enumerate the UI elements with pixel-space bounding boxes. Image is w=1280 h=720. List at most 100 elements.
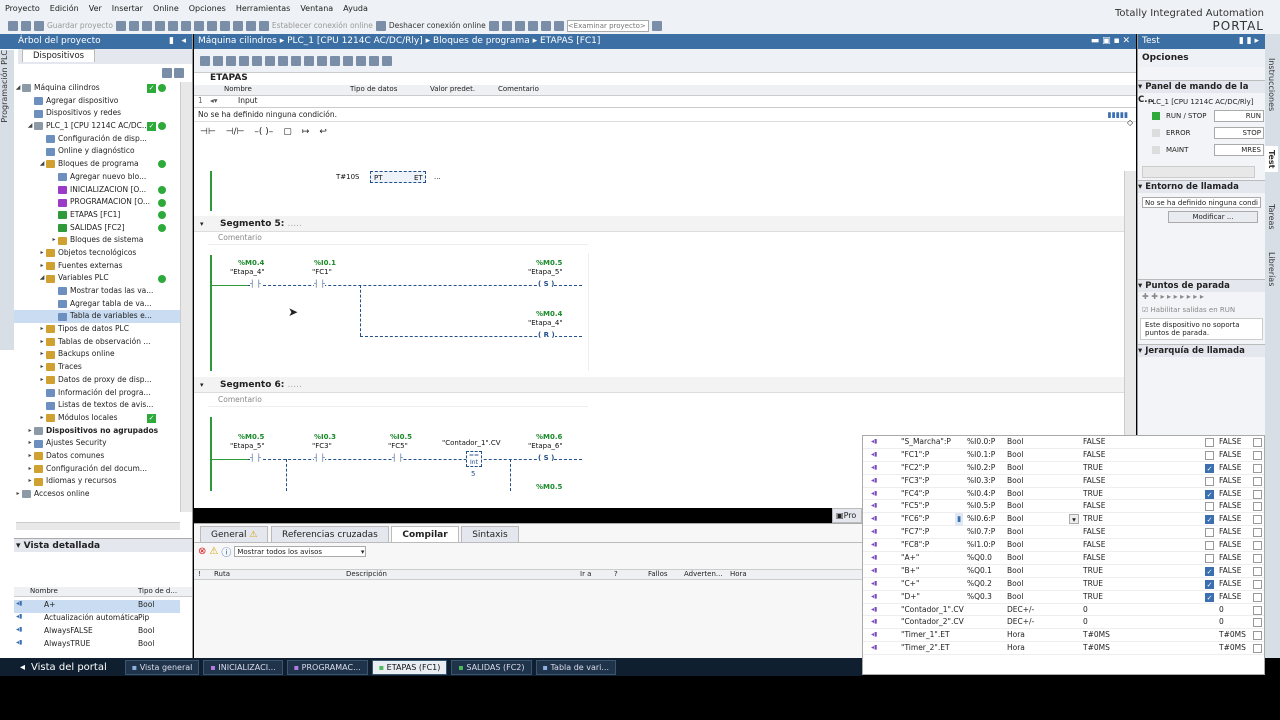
- simulation-icon[interactable]: [245, 20, 256, 31]
- taskbar-tab[interactable]: ▪ Tabla de vari...: [535, 659, 617, 675]
- menu-4[interactable]: Online: [148, 4, 184, 13]
- interface-row-input[interactable]: 1 ◂▾ Input: [194, 96, 1136, 108]
- tree-item[interactable]: Agregar nuevo blo...: [14, 171, 180, 184]
- watch-modify-checkbox[interactable]: ✓: [1205, 463, 1214, 473]
- open-project-icon[interactable]: [21, 20, 31, 31]
- collapsed-icon[interactable]: ▸: [38, 412, 46, 425]
- modify-button[interactable]: Modificar ...: [1168, 211, 1258, 223]
- s5-reset-coil[interactable]: ( R ): [538, 331, 555, 339]
- breakpoints-header[interactable]: ▾ Puntos de parada: [1138, 279, 1265, 292]
- watch-modify-checkbox[interactable]: ✓: [1205, 592, 1214, 602]
- watch-extra-checkbox[interactable]: [1253, 566, 1262, 576]
- cpu-mode-button[interactable]: STOP: [1214, 127, 1264, 139]
- watch-row[interactable]: ◂▮ "Timer_1".ET Hora T#0MS T#0MS: [863, 629, 1264, 643]
- copy-icon[interactable]: [141, 20, 152, 31]
- watch-row[interactable]: ◂▮ "D+" %Q0.3 Bool TRUE FALSE ✓: [863, 591, 1264, 604]
- watch-row[interactable]: ◂▮ "FC8":P %I1.0:P Bool FALSE FALSE: [863, 539, 1264, 553]
- watch-extra-checkbox[interactable]: [1253, 489, 1262, 499]
- tree-item[interactable]: Tabla de variables e...: [14, 310, 180, 324]
- collapse-icon[interactable]: [239, 55, 249, 66]
- s6-compare-box[interactable]: == Int: [466, 451, 482, 467]
- watch-row[interactable]: ◂▮ "FC1":P %I0.1:P Bool FALSE FALSE: [863, 449, 1264, 462]
- tree-item[interactable]: ▸ Backups online: [14, 348, 180, 361]
- watch-modify-checkbox[interactable]: ✓: [1205, 566, 1214, 576]
- s6-contact2[interactable]: ┤ ├: [314, 454, 325, 462]
- tree-item[interactable]: Agregar tabla de va...: [14, 298, 180, 311]
- menu-2[interactable]: Ver: [84, 4, 107, 13]
- watch-extra-checkbox[interactable]: [1253, 541, 1262, 551]
- save-project-button[interactable]: Guardar proyecto: [47, 21, 113, 30]
- monitoring-on-icon[interactable]: [369, 55, 379, 66]
- s6-set-coil[interactable]: ( S ): [538, 454, 555, 462]
- tree-item[interactable]: ▸ Objetos tecnológicos: [14, 247, 180, 260]
- vtab-instructions[interactable]: Instrucciones: [1265, 54, 1278, 115]
- zoom-icon[interactable]: [304, 55, 314, 66]
- cpu-mode-button[interactable]: MRES: [1214, 144, 1264, 156]
- watch-row[interactable]: ◂▮ "FC6":P %I0.6:P Bool TRUE FALSE ✓ ▾ ▮: [863, 513, 1264, 527]
- watch-modify-checkbox[interactable]: [1205, 438, 1214, 447]
- segment-6-header[interactable]: Segmento 6: .....: [194, 377, 1124, 393]
- s5-set-coil[interactable]: ( S ): [538, 280, 555, 288]
- collapsed-icon[interactable]: ▸: [26, 437, 34, 450]
- breakpoint-icon[interactable]: [356, 55, 366, 66]
- dropdown-icon[interactable]: ▾: [1069, 514, 1079, 525]
- collapsed-icon[interactable]: ▸: [38, 374, 46, 387]
- tree-item[interactable]: ▸ Configuración del docum...: [14, 463, 180, 476]
- watch-extra-checkbox[interactable]: [1253, 528, 1262, 538]
- tree-item[interactable]: ▸ Datos comunes: [14, 450, 180, 463]
- box-icon[interactable]: ▢: [283, 127, 292, 137]
- watch-row[interactable]: ◂▮ "A+" %Q0.0 Bool FALSE FALSE: [863, 552, 1264, 565]
- tree-item[interactable]: ▸ Tipos de datos PLC: [14, 323, 180, 336]
- tree-item[interactable]: Agregar dispositivo: [14, 95, 180, 108]
- undo-icon[interactable]: [180, 20, 191, 31]
- cut-icon[interactable]: [128, 20, 139, 31]
- menu-3[interactable]: Insertar: [107, 4, 148, 13]
- tree-item[interactable]: ▸ Bloques de sistema: [14, 234, 180, 247]
- tree-item[interactable]: Listas de textos de avis...: [14, 399, 180, 412]
- cpu-panel-scrollbar[interactable]: [1142, 166, 1255, 178]
- watch-extra-checkbox[interactable]: [1253, 463, 1262, 473]
- new-project-icon[interactable]: [8, 20, 18, 31]
- expanded-icon[interactable]: ◢: [38, 158, 46, 171]
- stop-cpu-icon[interactable]: [514, 20, 525, 31]
- save-icon[interactable]: [34, 20, 44, 31]
- tab-devices[interactable]: Dispositivos: [22, 49, 96, 62]
- watch-modify-checkbox[interactable]: ✓: [1205, 579, 1214, 589]
- menu-6[interactable]: Herramientas: [231, 4, 296, 13]
- print-icon[interactable]: [115, 20, 126, 31]
- properties-tab[interactable]: ▣Pro: [832, 508, 862, 523]
- watch-modify-checkbox[interactable]: ✓: [1205, 489, 1214, 499]
- go-online-icon[interactable]: [258, 20, 269, 31]
- taskbar-tab[interactable]: ▪ ETAPAS (FC1): [371, 659, 448, 675]
- collapsed-icon[interactable]: ▸: [38, 348, 46, 361]
- insert-segment-icon[interactable]: [200, 55, 210, 66]
- call-env-header[interactable]: ▾ Entorno de llamada: [1138, 180, 1265, 193]
- watch-row[interactable]: ◂▮ "Contador_1".CV DEC+/- 0 0: [863, 604, 1264, 617]
- go-offline-icon[interactable]: [375, 20, 386, 31]
- collapsed-icon[interactable]: ▸: [38, 361, 46, 374]
- pane-controls-icon[interactable]: ▮ ▮ ▸: [1239, 34, 1259, 49]
- watch-extra-checkbox[interactable]: [1253, 644, 1262, 654]
- s5-contact2[interactable]: ┤ ├: [314, 280, 325, 288]
- watch-modify-checkbox[interactable]: ✓: [1205, 515, 1214, 525]
- watch-extra-checkbox[interactable]: [1253, 631, 1262, 641]
- window-controls-icon[interactable]: ▬ ▣ ▪ ✕: [1091, 34, 1130, 49]
- s5-contact1[interactable]: ┤ ├: [250, 280, 261, 288]
- no-contact-icon[interactable]: ⊣⊢: [200, 127, 216, 137]
- collapsed-icon[interactable]: ▸: [50, 234, 58, 247]
- watch-modify-checkbox[interactable]: [1205, 528, 1214, 538]
- tree-item[interactable]: Información del progra...: [14, 387, 180, 400]
- watch-extra-checkbox[interactable]: [1253, 515, 1262, 525]
- cpu-panel-header[interactable]: ▾ Panel de mando de la C...: [1138, 80, 1265, 105]
- menu-7[interactable]: Ventana: [295, 4, 338, 13]
- watch-extra-checkbox[interactable]: [1253, 592, 1262, 602]
- goto-icon[interactable]: [330, 55, 340, 66]
- tree-item[interactable]: PROGRAMACION [O...: [14, 196, 180, 209]
- watch-row[interactable]: ◂▮ "FC5":P %I0.5:P Bool FALSE FALSE: [863, 500, 1264, 514]
- watch-row[interactable]: ◂▮ "FC2":P %I0.2:P Bool TRUE FALSE ✓: [863, 462, 1264, 475]
- split-h-icon[interactable]: [540, 20, 551, 31]
- paste-icon[interactable]: [154, 20, 165, 31]
- tree-item[interactable]: ▸ Ajustes Security: [14, 437, 180, 450]
- enable-outputs-checkbox[interactable]: ☑: [1142, 306, 1148, 314]
- watch-extra-checkbox[interactable]: [1253, 618, 1262, 628]
